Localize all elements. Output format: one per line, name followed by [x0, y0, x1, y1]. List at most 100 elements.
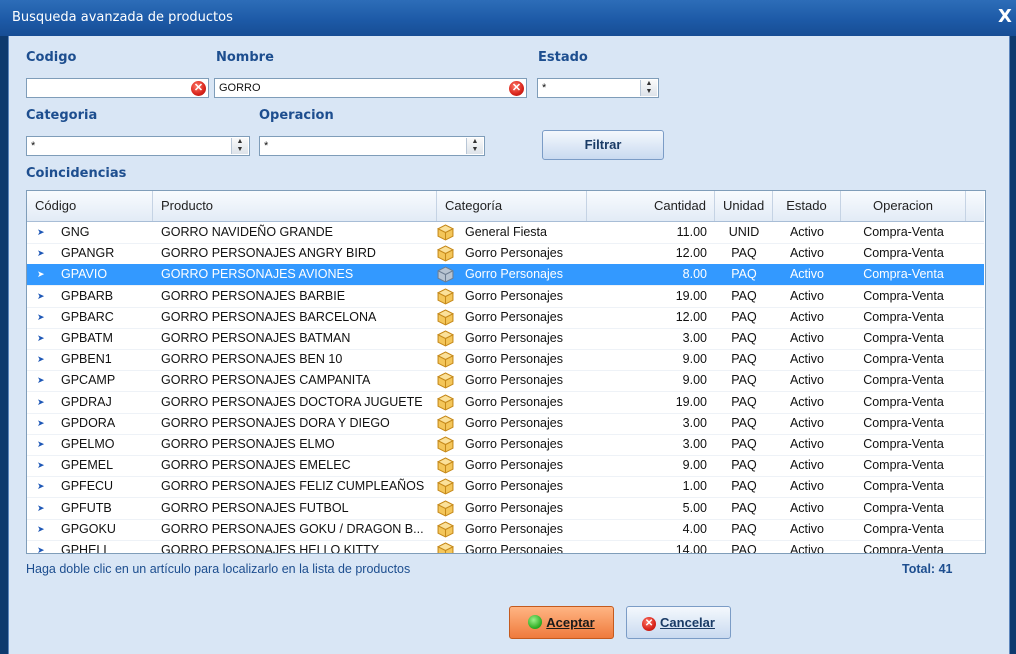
filtrar-button[interactable]: Filtrar — [542, 130, 664, 160]
cell-cantidad: 1.00 — [587, 476, 715, 497]
codigo-value: GPDRAJ — [61, 394, 112, 409]
codigo-value: GPBEN1 — [61, 352, 112, 367]
column-header[interactable]: Cantidad — [587, 191, 715, 221]
categoria-value: Gorro Personajes — [465, 521, 563, 536]
table-row[interactable]: ➤ GPANGR GORRO PERSONAJES ANGRY BIRD Gorro … — [27, 243, 984, 266]
nombre-field[interactable]: GORRO ✕ — [214, 78, 527, 98]
table-row[interactable]: ➤ GPFUTB GORRO PERSONAJES FUTBOL Gorro Pers… — [27, 498, 984, 520]
cell-codigo: ➤ GNG — [27, 222, 153, 243]
categoria-label: Categoria — [26, 108, 98, 123]
table-row[interactable]: ➤ GPBATM GORRO PERSONAJES BATMAN Gorro Pers… — [27, 328, 984, 350]
column-header[interactable]: Categoría — [437, 191, 587, 221]
column-header[interactable]: Código — [27, 191, 153, 221]
table-row[interactable]: ➤ GPELMO GORRO PERSONAJES ELMO Gorro Person… — [27, 434, 984, 456]
column-header[interactable]: Operacion — [841, 191, 966, 221]
cell-estado: Activo — [773, 540, 841, 553]
operacion-select[interactable]: * ▲ ▼ — [259, 136, 485, 156]
table-row[interactable]: ➤ GPDORA GORRO PERSONAJES DORA Y DIEGO Gorr… — [27, 413, 984, 435]
estado-value: Activo — [789, 500, 825, 515]
cell-cantidad: 19.00 — [587, 286, 715, 307]
cantidad-value: 4.00 — [682, 521, 707, 536]
estado-value: Activo — [789, 246, 825, 261]
table-row[interactable]: ➤ GPHELL GORRO PERSONAJES HELLO KITTY Gorro… — [27, 540, 984, 554]
estado-value: Activo — [789, 458, 825, 473]
unidad-value: PAQ — [731, 331, 757, 345]
table-row[interactable]: ➤ GPBEN1 GORRO PERSONAJES BEN 10 Gorro Pers… — [27, 349, 984, 372]
cell-codigo: ➤ GPANGR — [27, 243, 153, 264]
operacion-value: Compra-Venta — [863, 225, 944, 239]
operacion-value: Compra-Venta — [863, 373, 944, 388]
cantidad-value: 3.00 — [682, 331, 707, 345]
cancel-button[interactable]: ✕ Cancelar — [626, 606, 731, 639]
box-icon — [437, 542, 454, 553]
producto-value: GORRO PERSONAJES ANGRY BIRD — [161, 246, 376, 261]
results-grid[interactable]: Código Producto Categoría Cantidad Unida… — [26, 190, 986, 554]
cell-codigo: ➤ GPELMO — [27, 434, 153, 455]
cell-unidad: PAQ — [715, 243, 773, 264]
codigo-value: GPAVIO — [61, 267, 108, 282]
cantidad-value: 14.00 — [675, 543, 707, 554]
codigo-value: GPGOKU — [61, 521, 116, 536]
clear-icon[interactable]: ✕ — [191, 81, 206, 96]
column-header[interactable]: Producto — [153, 191, 437, 221]
table-row[interactable]: ➤ GPEMEL GORRO PERSONAJES EMELEC Gorro Pers… — [27, 455, 984, 478]
spinner-icon[interactable]: ▲ ▼ — [640, 80, 657, 96]
producto-value: GORRO PERSONAJES AVIONES — [161, 267, 354, 282]
codigo-value: GNG — [61, 225, 90, 239]
box-icon — [437, 521, 454, 538]
cell-unidad: PAQ — [715, 519, 773, 540]
cell-categoria: General Fiesta — [437, 222, 587, 243]
table-row[interactable]: ➤ GPBARB GORRO PERSONAJES BARBIE Gorro Pers… — [27, 286, 984, 308]
cantidad-value: 1.00 — [682, 479, 707, 494]
unidad-value: PAQ — [731, 479, 757, 494]
cantidad-value: 8.00 — [682, 267, 707, 282]
estado-select[interactable]: * ▲ ▼ — [537, 78, 659, 98]
categoria-value: Gorro Personajes — [465, 394, 563, 409]
table-row[interactable]: ➤ GPGOKU GORRO PERSONAJES GOKU / DRAGON B.… — [27, 519, 984, 541]
total-count: Total: 41 — [902, 562, 953, 576]
cantidad-value: 3.00 — [682, 415, 707, 430]
unidad-value: PAQ — [731, 437, 757, 451]
cell-operacion: Compra-Venta — [841, 328, 966, 349]
cell-unidad: PAQ — [715, 328, 773, 349]
estado-value: Activo — [789, 267, 825, 282]
table-row[interactable]: ➤ GPDRAJ GORRO PERSONAJES DOCTORA JUGUETE G… — [27, 392, 984, 414]
cell-codigo: ➤ GPHELL — [27, 540, 153, 553]
cell-unidad: PAQ — [715, 307, 773, 328]
codigo-value: GPDORA — [61, 415, 116, 430]
cell-categoria: Gorro Personajes — [437, 476, 587, 497]
column-header[interactable]: Estado — [773, 191, 841, 221]
cell-codigo: ➤ GPBATM — [27, 328, 153, 349]
clear-icon[interactable]: ✕ — [509, 81, 524, 96]
table-row[interactable]: ➤ GPBARC GORRO PERSONAJES BARCELONA Gorro P… — [27, 307, 984, 329]
categoria-select[interactable]: * ▲ ▼ — [26, 136, 250, 156]
spinner-icon[interactable]: ▲ ▼ — [231, 138, 248, 154]
table-row[interactable]: ➤ GPAVIO GORRO PERSONAJES AVIONES Gorro Per… — [27, 264, 984, 287]
box-icon — [437, 309, 454, 326]
cell-producto: GORRO PERSONAJES AVIONES — [153, 264, 437, 285]
codigo-field[interactable]: ✕ — [26, 78, 209, 98]
cell-codigo: ➤ GPGOKU — [27, 519, 153, 540]
categoria-value: Gorro Personajes — [465, 288, 563, 303]
cell-estado: Activo — [773, 498, 841, 519]
column-header-spacer — [966, 191, 985, 221]
table-row[interactable]: ➤ GNG GORRO NAVIDEÑO GRANDE General Fiesta 1… — [27, 222, 984, 244]
close-icon[interactable]: X — [996, 7, 1014, 27]
column-header[interactable]: Unidad — [715, 191, 773, 221]
cell-categoria: Gorro Personajes — [437, 328, 587, 349]
table-row[interactable]: ➤ GPFECU GORRO PERSONAJES FELIZ CUMPLEAÑOS… — [27, 476, 984, 499]
cell-producto: GORRO PERSONAJES BARCELONA — [153, 307, 437, 328]
arrow-icon: ➤ — [37, 417, 45, 428]
cell-categoria: Gorro Personajes — [437, 540, 587, 553]
accept-button[interactable]: Aceptar — [509, 606, 614, 639]
unidad-value: PAQ — [731, 373, 757, 388]
spinner-icon[interactable]: ▲ ▼ — [466, 138, 483, 154]
unidad-value: UNID — [728, 225, 760, 239]
cell-operacion: Compra-Venta — [841, 540, 966, 553]
cell-estado: Activo — [773, 328, 841, 349]
unidad-value: PAQ — [731, 543, 757, 554]
table-row[interactable]: ➤ GPCAMP GORRO PERSONAJES CAMPANITA Gorro P… — [27, 370, 984, 393]
operacion-value: Compra-Venta — [863, 479, 944, 494]
cell-operacion: Compra-Venta — [841, 370, 966, 391]
cancel-icon: ✕ — [642, 617, 657, 631]
